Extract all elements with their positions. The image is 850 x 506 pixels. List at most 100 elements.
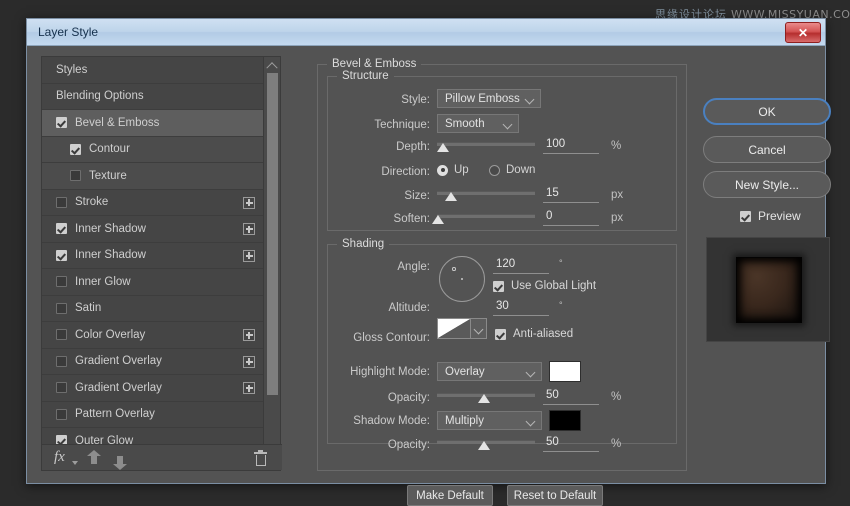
window-title: Layer Style xyxy=(38,25,98,39)
size-slider[interactable] xyxy=(437,189,535,203)
angle-input[interactable]: 120 xyxy=(493,258,549,274)
fx-icon[interactable]: fx xyxy=(54,449,65,466)
checkbox-off-icon[interactable] xyxy=(70,170,81,181)
add-effect-icon[interactable] xyxy=(243,356,255,368)
angle-label: Angle: xyxy=(337,261,430,273)
chevron-down-icon xyxy=(526,368,536,378)
direction-up-label: Up xyxy=(454,164,469,176)
soften-slider[interactable] xyxy=(437,212,535,226)
size-input[interactable]: 15 xyxy=(543,187,599,203)
depth-label: Depth: xyxy=(337,141,430,153)
ok-button[interactable]: OK xyxy=(703,98,831,125)
style-list-item-label: Gradient Overlay xyxy=(75,382,162,394)
effects-toolbar: fx xyxy=(42,444,282,470)
checkbox-on-icon xyxy=(493,281,504,292)
preview-checkbox[interactable]: Preview xyxy=(733,209,801,223)
soften-input[interactable]: 0 xyxy=(543,210,599,226)
depth-input[interactable]: 100 xyxy=(543,138,599,154)
angle-dial[interactable] xyxy=(439,256,485,302)
add-effect-icon[interactable] xyxy=(243,223,255,235)
style-list-item[interactable]: Bevel & Emboss xyxy=(42,110,264,137)
style-list-item[interactable]: Inner Shadow xyxy=(42,216,264,243)
checkbox-on-icon[interactable] xyxy=(56,223,67,234)
anti-aliased-label: Anti-aliased xyxy=(513,328,573,340)
scrollbar-thumb[interactable] xyxy=(267,73,278,395)
reset-to-default-button[interactable]: Reset to Default xyxy=(507,485,603,506)
title-bar: Layer Style ✕ xyxy=(27,19,825,46)
direction-down-radio[interactable]: Down xyxy=(489,164,535,176)
add-effect-icon[interactable] xyxy=(243,382,255,394)
checkbox-on-icon[interactable] xyxy=(70,144,81,155)
style-list-item[interactable]: Inner Glow xyxy=(42,269,264,296)
fx-caret-icon[interactable] xyxy=(72,461,78,465)
checkbox-on-icon xyxy=(740,211,751,222)
shadow-color-swatch[interactable] xyxy=(549,410,581,431)
shadow-opacity-input[interactable]: 50 xyxy=(543,436,599,452)
scroll-up-icon[interactable] xyxy=(264,57,280,72)
highlight-opacity-slider[interactable] xyxy=(437,391,535,405)
gloss-contour-swatch[interactable] xyxy=(437,318,471,339)
style-list-item-label: Gradient Overlay xyxy=(75,355,162,367)
trash-icon[interactable] xyxy=(254,450,267,466)
style-list-item-label: Inner Glow xyxy=(75,276,131,288)
style-list-item[interactable]: Stroke xyxy=(42,190,264,217)
gloss-contour-dropdown[interactable] xyxy=(471,318,487,339)
style-list-item-label: Color Overlay xyxy=(75,329,145,341)
depth-unit: % xyxy=(611,140,621,152)
style-list-item[interactable]: Contour xyxy=(42,137,264,164)
add-effect-icon[interactable] xyxy=(243,329,255,341)
style-list-item-label: Blending Options xyxy=(56,90,144,102)
highlight-opacity-input[interactable]: 50 xyxy=(543,389,599,405)
style-list-item[interactable]: Texture xyxy=(42,163,264,190)
use-global-light-label: Use Global Light xyxy=(511,280,596,292)
checkbox-on-icon[interactable] xyxy=(56,117,67,128)
style-list-item[interactable]: Satin xyxy=(42,296,264,323)
styles-scrollbar[interactable] xyxy=(263,57,280,470)
style-list-item[interactable]: Inner Shadow xyxy=(42,243,264,270)
style-list-item-label: Inner Shadow xyxy=(75,223,146,235)
highlight-color-swatch[interactable] xyxy=(549,361,581,382)
checkbox-off-icon[interactable] xyxy=(56,197,67,208)
add-effect-icon[interactable] xyxy=(243,197,255,209)
highlight-opacity-label: Opacity: xyxy=(337,392,430,404)
style-list-item[interactable]: Blending Options xyxy=(42,84,264,111)
altitude-input[interactable]: 30 xyxy=(493,300,549,316)
anti-aliased-checkbox[interactable]: Anti-aliased xyxy=(495,328,573,340)
style-select-value: Pillow Emboss xyxy=(445,93,520,105)
add-effect-icon[interactable] xyxy=(243,250,255,262)
move-up-icon[interactable] xyxy=(87,450,101,466)
chevron-down-icon xyxy=(474,325,484,335)
checkbox-off-icon[interactable] xyxy=(56,356,67,367)
cancel-button[interactable]: Cancel xyxy=(703,136,831,163)
checkbox-on-icon[interactable] xyxy=(56,250,67,261)
shadow-mode-select[interactable]: Multiply xyxy=(437,411,542,430)
technique-select[interactable]: Smooth xyxy=(437,114,519,133)
style-list-item[interactable]: Pattern Overlay xyxy=(42,402,264,429)
highlight-mode-value: Overlay xyxy=(445,366,485,378)
move-down-icon[interactable] xyxy=(113,450,127,466)
new-style-button[interactable]: New Style... xyxy=(703,171,831,198)
checkbox-off-icon[interactable] xyxy=(56,382,67,393)
checkbox-off-icon[interactable] xyxy=(56,409,67,420)
radio-on-icon xyxy=(437,165,448,176)
style-list-item-label: Satin xyxy=(75,302,101,314)
checkbox-off-icon[interactable] xyxy=(56,276,67,287)
highlight-mode-select[interactable]: Overlay xyxy=(437,362,542,381)
use-global-light-checkbox[interactable]: Use Global Light xyxy=(493,280,596,292)
style-list-item[interactable]: Color Overlay xyxy=(42,322,264,349)
style-list-item[interactable]: Gradient Overlay xyxy=(42,375,264,402)
styles-list[interactable]: Styles Blending Options Bevel & EmbossCont… xyxy=(42,57,264,470)
style-list-item-label: Inner Shadow xyxy=(75,249,146,261)
style-list-item[interactable]: Gradient Overlay xyxy=(42,349,264,376)
depth-slider[interactable] xyxy=(437,140,535,154)
direction-up-radio[interactable]: Up xyxy=(437,164,469,176)
direction-down-label: Down xyxy=(506,164,535,176)
checkbox-off-icon[interactable] xyxy=(56,329,67,340)
style-list-item-label: Stroke xyxy=(75,196,108,208)
style-list-item[interactable]: Styles xyxy=(42,57,264,84)
checkbox-off-icon[interactable] xyxy=(56,303,67,314)
shadow-opacity-slider[interactable] xyxy=(437,438,535,452)
close-icon[interactable]: ✕ xyxy=(785,22,821,43)
make-default-button[interactable]: Make Default xyxy=(407,485,493,506)
style-select[interactable]: Pillow Emboss xyxy=(437,89,541,108)
